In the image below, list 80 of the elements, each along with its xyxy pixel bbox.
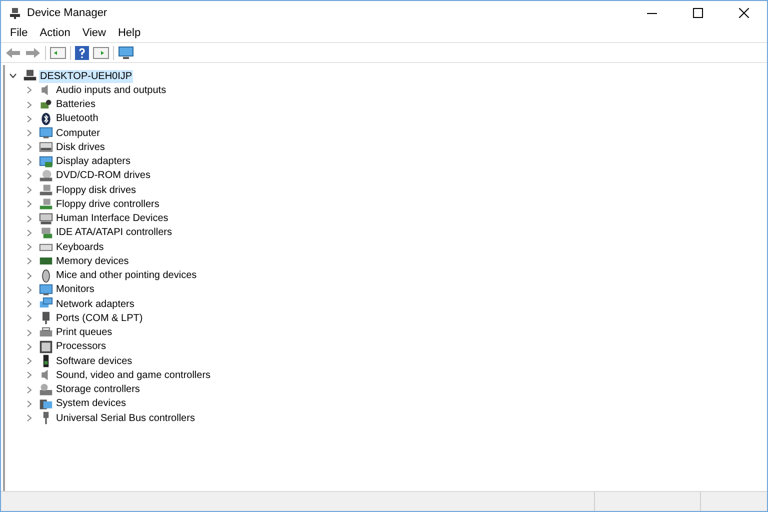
- tree-item[interactable]: DVD/CD-ROM drives: [55, 169, 152, 182]
- chevron-right-icon[interactable]: [25, 286, 33, 294]
- device-icon: [39, 226, 53, 240]
- device-icon: [39, 183, 53, 198]
- tree-item[interactable]: Memory devices: [55, 254, 130, 268]
- tree-item[interactable]: Display adapters: [55, 155, 132, 168]
- back-arrow-icon[interactable]: [5, 46, 21, 58]
- close-icon: [739, 8, 749, 18]
- chevron-right-icon[interactable]: [25, 100, 33, 109]
- menu-item[interactable]: Help: [112, 25, 147, 42]
- chevron-right-icon[interactable]: [25, 243, 33, 252]
- chevron-down-icon[interactable]: [9, 72, 17, 80]
- chevron-right-icon[interactable]: [25, 414, 33, 422]
- tree-item[interactable]: Software devices: [55, 354, 134, 368]
- forward-arrow-icon[interactable]: [25, 46, 41, 58]
- device-icon: [39, 382, 53, 397]
- tree-item[interactable]: Disk drives: [55, 140, 106, 154]
- device-icon: [39, 282, 53, 297]
- device-icon: [39, 168, 53, 183]
- tree-item[interactable]: Monitors: [55, 283, 96, 296]
- chevron-right-icon[interactable]: [25, 257, 33, 266]
- device-icon: [39, 212, 53, 226]
- device-icon: [39, 126, 53, 140]
- device-icon: [39, 340, 53, 354]
- tree-item[interactable]: IDE ATA/ATAPI controllers: [55, 226, 173, 240]
- tree-item[interactable]: Sound, video and game controllers: [55, 368, 212, 382]
- tree-item[interactable]: DESKTOP-UEH0IJP: [39, 70, 134, 83]
- device-icon: [39, 140, 53, 154]
- tree-item[interactable]: Print queues: [55, 326, 114, 340]
- tree-item[interactable]: Keyboards: [55, 240, 105, 254]
- chevron-right-icon[interactable]: [25, 172, 33, 180]
- tree-item[interactable]: System devices: [55, 397, 128, 410]
- chevron-right-icon[interactable]: [25, 386, 33, 394]
- window-title: Device Manager: [27, 6, 108, 21]
- chevron-right-icon[interactable]: [25, 357, 33, 366]
- chevron-right-icon[interactable]: [25, 342, 33, 351]
- tree-item[interactable]: Batteries: [55, 98, 96, 112]
- chevron-right-icon[interactable]: [25, 114, 33, 123]
- action-pane-icon[interactable]: [93, 46, 109, 58]
- device-icon: [39, 112, 53, 126]
- chevron-right-icon[interactable]: [25, 143, 33, 152]
- tree-item[interactable]: Processors: [55, 340, 108, 354]
- device-icon: [39, 197, 53, 212]
- tree-item[interactable]: Audio inputs and outputs: [55, 84, 168, 97]
- console-tree-icon[interactable]: [50, 46, 66, 58]
- help-icon[interactable]: [75, 46, 89, 60]
- device-icon: [39, 154, 53, 169]
- tree-item[interactable]: Ports (COM & LPT): [55, 312, 144, 325]
- tree-item[interactable]: Bluetooth: [55, 112, 100, 126]
- device-icon: [39, 268, 53, 283]
- menu-item[interactable]: File: [4, 25, 34, 42]
- chevron-right-icon[interactable]: [25, 86, 33, 94]
- chevron-right-icon[interactable]: [25, 214, 33, 223]
- chevron-right-icon[interactable]: [25, 129, 33, 138]
- menu-item[interactable]: View: [76, 25, 112, 42]
- chevron-right-icon[interactable]: [25, 200, 33, 208]
- chevron-right-icon[interactable]: [25, 158, 33, 166]
- tree-item[interactable]: Mice and other pointing devices: [55, 269, 198, 282]
- chevron-right-icon[interactable]: [25, 186, 33, 194]
- tree-item[interactable]: Floppy drive controllers: [55, 198, 160, 211]
- chevron-right-icon[interactable]: [25, 228, 33, 237]
- chevron-right-icon[interactable]: [25, 272, 33, 280]
- monitor-icon[interactable]: [118, 46, 134, 60]
- device-icon: [39, 396, 53, 411]
- maximize-icon: [693, 8, 703, 18]
- tree-item[interactable]: Network adapters: [55, 298, 136, 311]
- device-icon: [23, 69, 37, 84]
- tree-item[interactable]: Computer: [55, 126, 101, 140]
- menu-item[interactable]: Action: [34, 25, 76, 42]
- computer-icon: [9, 7, 21, 19]
- chevron-right-icon[interactable]: [25, 328, 33, 337]
- chevron-right-icon[interactable]: [25, 314, 33, 322]
- tree-item[interactable]: Universal Serial Bus controllers: [55, 412, 196, 425]
- tree-item[interactable]: Storage controllers: [55, 383, 141, 396]
- minimize-icon: [647, 12, 657, 14]
- chevron-right-icon[interactable]: [25, 300, 33, 308]
- chevron-right-icon[interactable]: [25, 400, 33, 408]
- tree-item[interactable]: Human Interface Devices: [55, 212, 170, 226]
- tree-item[interactable]: Floppy disk drives: [55, 184, 138, 197]
- chevron-right-icon[interactable]: [25, 371, 33, 380]
